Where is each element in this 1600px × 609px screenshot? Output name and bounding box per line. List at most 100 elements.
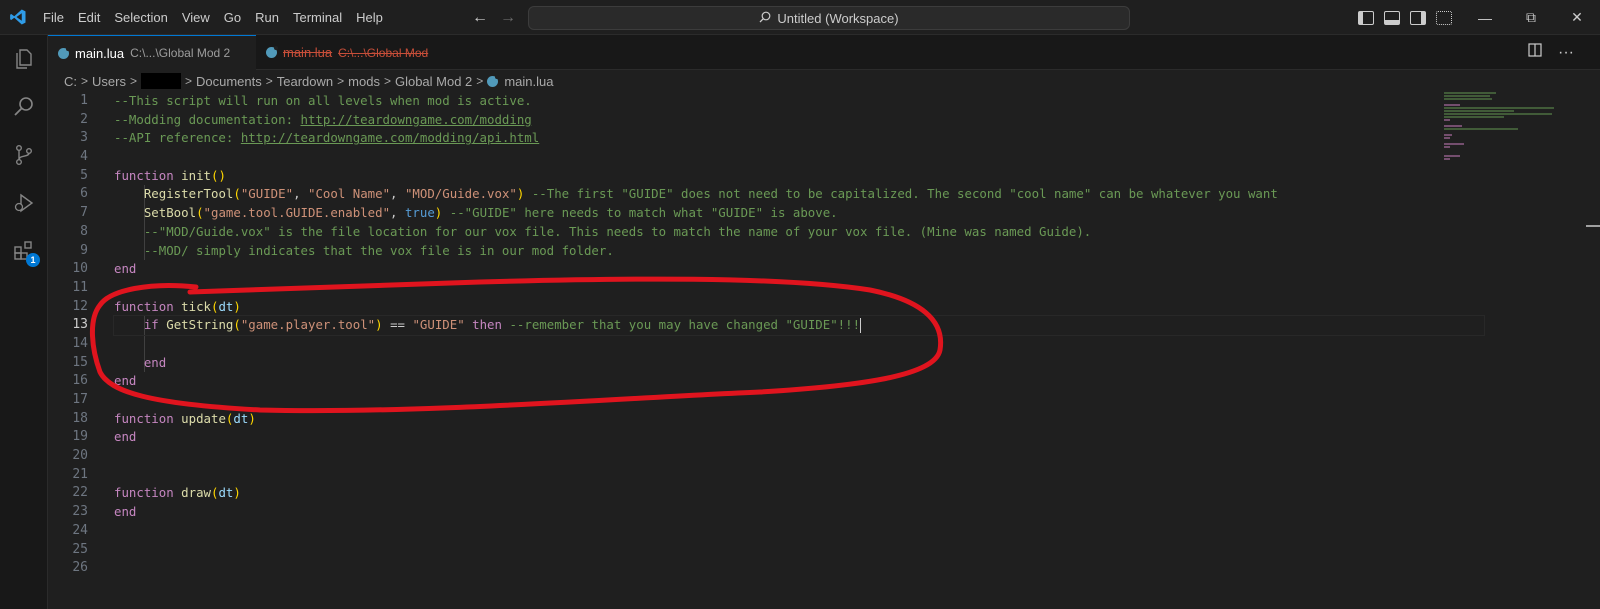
- comment: --"MOD/Guide.vox" is the file location f…: [143, 223, 1092, 239]
- line-number: 14: [72, 335, 88, 351]
- api-link[interactable]: http://teardowngame.com/modding/api.html: [241, 130, 539, 145]
- keyword: end: [143, 354, 167, 370]
- breadcrumb-users[interactable]: Users: [92, 74, 126, 89]
- tab-main-lua-deleted[interactable]: main.lua C:\...\Global Mod: [256, 35, 456, 70]
- chevron-right-icon: >: [476, 74, 484, 88]
- keyword: if: [143, 317, 159, 333]
- tab-path: C:\...\Global Mod: [338, 45, 429, 60]
- string: "Cool Name": [307, 186, 391, 202]
- breadcrumb-global-mod-2[interactable]: Global Mod 2: [395, 74, 472, 89]
- code-line-23: end: [114, 503, 1484, 522]
- back-arrow-icon[interactable]: ←: [472, 9, 488, 27]
- tab-bar: main.lua C:\...\Global Mod 2 main.lua C:…: [48, 35, 1600, 70]
- comment: --"GUIDE" here needs to match what "GUID…: [449, 205, 838, 221]
- command-center[interactable]: Untitled (Workspace): [528, 6, 1130, 30]
- minimap[interactable]: [1444, 92, 1584, 609]
- chevron-right-icon: >: [81, 74, 89, 88]
- menu-view[interactable]: View: [175, 0, 217, 35]
- scrollbar-cursor-marker: [1586, 225, 1600, 227]
- more-actions-icon[interactable]: ···: [1558, 44, 1574, 62]
- chevron-right-icon: >: [383, 74, 391, 88]
- toggle-secondary-sidebar-icon[interactable]: [1410, 10, 1426, 25]
- customize-layout-icon[interactable]: [1436, 10, 1452, 25]
- menu-selection[interactable]: Selection: [107, 0, 174, 35]
- code-lines: --This script will run on all levels whe…: [113, 92, 1485, 578]
- split-editor-icon[interactable]: [1528, 43, 1542, 62]
- comment: --remember that you may have changed "GU…: [509, 317, 861, 333]
- search-sidebar-icon[interactable]: [0, 83, 48, 131]
- keyword: function: [114, 298, 174, 314]
- menu-run[interactable]: Run: [248, 0, 286, 35]
- string: "GUIDE": [240, 186, 294, 202]
- line-number: 11: [72, 279, 88, 295]
- menu-terminal[interactable]: Terminal: [286, 0, 349, 35]
- menu-bar: File Edit Selection View Go Run Terminal…: [36, 0, 390, 35]
- menu-file[interactable]: File: [36, 0, 71, 35]
- toggle-panel-icon[interactable]: [1384, 10, 1400, 25]
- operator: ==: [390, 317, 405, 333]
- forward-arrow-icon[interactable]: →: [500, 9, 516, 27]
- keyword: function: [114, 410, 174, 426]
- line-number: 17: [72, 392, 88, 407]
- function-name: update: [181, 410, 226, 426]
- code-line-2: --Modding documentation: http://teardown…: [114, 111, 1484, 130]
- line-number: 12: [72, 298, 88, 314]
- line-number: 20: [72, 448, 88, 464]
- keyword: end: [114, 504, 137, 520]
- comment: --Modding documentation:: [114, 111, 301, 127]
- code-line-19: end: [114, 428, 1484, 447]
- chevron-right-icon: >: [129, 74, 137, 88]
- code-line-10: end: [114, 260, 1484, 279]
- line-number: 8: [80, 223, 88, 239]
- tab-path: C:\...\Global Mod 2: [130, 46, 231, 60]
- workspace-title: Untitled (Workspace): [777, 10, 899, 26]
- tab-main-lua-active[interactable]: main.lua C:\...\Global Mod 2: [48, 35, 256, 70]
- doc-link[interactable]: http://teardowngame.com/modding: [301, 112, 532, 127]
- string: "GUIDE": [412, 317, 465, 333]
- line-number: 23: [72, 504, 88, 520]
- string: "MOD/Guide.vox": [404, 186, 517, 202]
- code-line-18: function update(dt): [114, 410, 256, 426]
- explorer-icon[interactable]: [0, 35, 48, 83]
- code-line-9: --MOD/ simply indicates that the vox fil…: [114, 242, 1484, 261]
- source-control-icon[interactable]: [0, 131, 48, 179]
- breadcrumb-mods[interactable]: mods: [348, 74, 380, 89]
- extensions-icon[interactable]: 1: [0, 227, 48, 275]
- breadcrumb-drive[interactable]: C:: [64, 74, 77, 89]
- chevron-right-icon: >: [337, 74, 345, 88]
- close-icon[interactable]: ✕: [1554, 0, 1600, 35]
- menu-help[interactable]: Help: [349, 0, 390, 35]
- menu-go[interactable]: Go: [217, 0, 248, 35]
- vscode-logo-icon: [0, 0, 36, 35]
- function-name: draw: [181, 485, 211, 501]
- comment: --This script will run on all levels whe…: [114, 93, 532, 108]
- run-debug-icon[interactable]: [0, 179, 48, 227]
- code-line-6: RegisterTool("GUIDE", "Cool Name", "MOD/…: [143, 186, 1278, 202]
- redacted-username: [140, 73, 181, 89]
- breadcrumb-documents[interactable]: Documents: [196, 74, 262, 89]
- restore-icon[interactable]: ⧉: [1508, 0, 1554, 35]
- parameter: dt: [218, 485, 234, 501]
- toggle-primary-sidebar-icon[interactable]: [1358, 10, 1374, 25]
- breadcrumb-file[interactable]: main.lua: [504, 74, 553, 89]
- code-editor[interactable]: 1 2 3 4 5 6 7 8 9 10 11 12 13 14 15 16 1…: [48, 92, 1600, 609]
- code-line-15: end: [114, 354, 1484, 373]
- line-number: 10: [72, 261, 88, 277]
- menu-edit[interactable]: Edit: [71, 0, 107, 35]
- minimize-icon[interactable]: —: [1462, 0, 1508, 35]
- code-line-5: function init(): [114, 167, 226, 183]
- function-call: GetString: [166, 317, 234, 333]
- keyword: then: [472, 317, 502, 333]
- comment: --API reference:: [114, 130, 241, 146]
- breadcrumb-teardown[interactable]: Teardown: [277, 74, 333, 89]
- line-number: 22: [72, 485, 88, 501]
- line-number: 9: [80, 242, 88, 258]
- function-name: init: [181, 167, 211, 183]
- keyword: end: [114, 429, 137, 445]
